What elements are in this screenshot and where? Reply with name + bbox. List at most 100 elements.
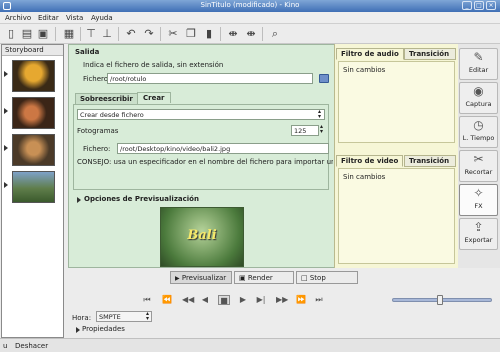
menu-vista[interactable]: Vista — [66, 14, 83, 22]
folder-icon[interactable] — [319, 74, 329, 83]
file-input[interactable]: /root/rotulo — [107, 73, 313, 84]
toolbar: ▯ ▤ ▣ ▦ ⊤ ⊥ ↶ ↷ ✂ ❐ ▮ ⇼ ⇼ ⌕ — [0, 24, 500, 44]
render-button-label: Render — [247, 274, 273, 282]
scene-thumbnail[interactable] — [12, 60, 55, 92]
tab-crear[interactable]: Crear — [137, 92, 171, 103]
menu-archivo[interactable]: Archivo — [5, 14, 31, 22]
frames-label: Fotogramas — [77, 127, 119, 135]
trim-icon: ✂ — [473, 152, 484, 166]
split-icon[interactable]: ⇼ — [226, 27, 240, 41]
tab-audio-filter[interactable]: Filtro de audio — [336, 48, 404, 60]
menu-editar[interactable]: Editar — [38, 14, 59, 22]
forward-icon[interactable]: ▶▶ — [276, 295, 288, 305]
storyboard: Storyboard — [1, 44, 64, 338]
save-icon[interactable]: ▣ — [36, 27, 50, 41]
exportar-label: Exportar — [464, 236, 493, 244]
scene-arrow-icon — [4, 182, 8, 188]
properties-expander-icon[interactable] — [76, 327, 80, 333]
audio-filter-list[interactable]: Sin cambios — [338, 61, 455, 143]
preview-button-label: Previsualizar — [181, 274, 227, 282]
file-label: Fichero — [83, 75, 109, 83]
minimize-icon[interactable]: _ — [462, 1, 472, 10]
status-text: Deshacer — [15, 342, 49, 350]
edit-icon: ✎ — [473, 50, 484, 64]
preview-caption: Bali — [187, 228, 217, 243]
window-title: SinTitulo (modificado) - Kino — [200, 1, 300, 9]
prev-scene-icon[interactable]: ⏪ — [162, 295, 172, 305]
render-button[interactable]: ▣ Render — [234, 271, 294, 284]
video-filter-list[interactable]: Sin cambios — [338, 168, 455, 264]
join-icon[interactable]: ⇼ — [244, 27, 258, 41]
zoom-icon[interactable]: ⌕ — [268, 27, 282, 41]
expander-arrow-icon[interactable] — [77, 197, 81, 203]
new-file-icon[interactable]: ▯ — [4, 27, 18, 41]
file2-label: Fichero: — [83, 145, 111, 153]
recortar-label: Recortar — [464, 168, 493, 176]
properties-label[interactable]: Propiedades — [82, 325, 125, 333]
open-file-icon[interactable]: ▤ — [20, 27, 34, 41]
mode-select[interactable]: Crear desde fichero — [77, 109, 325, 120]
preview-image: Bali — [160, 207, 244, 267]
scene-thumbnail[interactable] — [12, 171, 55, 203]
next-scene-icon[interactable]: ⏩ — [296, 295, 306, 305]
captura-label: Captura — [465, 100, 492, 108]
tab-audio-transition[interactable]: Transición — [404, 48, 456, 60]
export-icon[interactable]: ▦ — [62, 27, 76, 41]
storyboard-title: Storyboard — [2, 45, 63, 56]
tab-video-filter[interactable]: Filtro de video — [336, 155, 404, 167]
status-prefix: u — [3, 342, 8, 350]
file2-input[interactable]: /root/Desktop/kino/video/bali2.jpg — [117, 143, 329, 154]
trim-start-icon[interactable]: ⊤ — [84, 27, 98, 41]
fx-button[interactable]: ✧ FX — [459, 184, 498, 216]
audio-filter-value[interactable]: Sin cambios — [343, 66, 454, 74]
frames-spinbutton[interactable]: 125 — [291, 125, 319, 136]
editar-button[interactable]: ✎ Editar — [459, 48, 498, 80]
scene-arrow-icon — [4, 145, 8, 151]
step-back-icon[interactable]: ◀ — [200, 295, 210, 305]
output-hint: Indica el fichero de salida, sin extensi… — [83, 61, 224, 69]
export-icon: ⇪ — [473, 220, 484, 234]
time-label: Hora: — [72, 314, 92, 322]
copy-icon[interactable]: ❐ — [184, 27, 198, 41]
go-start-icon[interactable]: ⏮ — [142, 295, 152, 305]
cut-icon[interactable]: ✂ — [166, 27, 180, 41]
exportar-button[interactable]: ⇪ Exportar — [459, 218, 498, 250]
position-slider[interactable] — [392, 295, 492, 305]
fx-label: FX — [474, 202, 483, 210]
maximize-icon[interactable]: □ — [474, 1, 484, 10]
timeline-button[interactable]: ◷ L. Tiempo — [459, 116, 498, 148]
scene-thumbnail[interactable] — [12, 97, 55, 129]
render-icon: ▣ — [239, 274, 246, 282]
stop-button[interactable]: □ Stop — [296, 271, 358, 284]
rewind-icon[interactable]: ◀◀ — [182, 295, 194, 305]
play-icon[interactable]: ▶ — [238, 295, 248, 305]
recortar-button[interactable]: ✂ Recortar — [459, 150, 498, 182]
undo-icon[interactable]: ↶ — [124, 27, 138, 41]
select-arrows-icon: ▴ ▾ — [318, 108, 322, 120]
slider-handle[interactable] — [437, 295, 443, 305]
video-filter-value[interactable]: Sin cambios — [343, 173, 454, 181]
capture-icon: ◉ — [473, 84, 484, 98]
play-icon: ▶ — [175, 275, 180, 282]
preview-button[interactable]: ▶ Previsualizar — [170, 271, 232, 284]
spin-arrows-icon[interactable]: ▴ ▾ — [320, 124, 323, 135]
tab-video-transition[interactable]: Transición — [404, 155, 456, 167]
status-bar: u Deshacer — [0, 338, 500, 352]
paste-icon[interactable]: ▮ — [202, 27, 216, 41]
menu-ayuda[interactable]: Ayuda — [91, 14, 113, 22]
close-icon[interactable]: × — [486, 1, 496, 10]
preview-options-title[interactable]: Opciones de Previsualización — [84, 195, 199, 203]
stop-button-label: Stop — [309, 274, 326, 282]
fx-icon: ✧ — [473, 186, 484, 200]
step-forward-icon[interactable]: ▶| — [256, 295, 266, 305]
scene-thumbnail[interactable] — [12, 134, 55, 166]
trim-end-icon[interactable]: ⊥ — [100, 27, 114, 41]
stop-playback-icon[interactable]: ■ — [218, 295, 230, 305]
stop-icon: □ — [301, 274, 308, 282]
editar-label: Editar — [468, 66, 489, 74]
go-end-icon[interactable]: ⏭ — [314, 295, 324, 305]
time-format-select[interactable]: SMPTE — [96, 311, 152, 322]
captura-button[interactable]: ◉ Captura — [459, 82, 498, 114]
redo-icon[interactable]: ↷ — [142, 27, 156, 41]
scene-arrow-icon — [4, 71, 8, 77]
